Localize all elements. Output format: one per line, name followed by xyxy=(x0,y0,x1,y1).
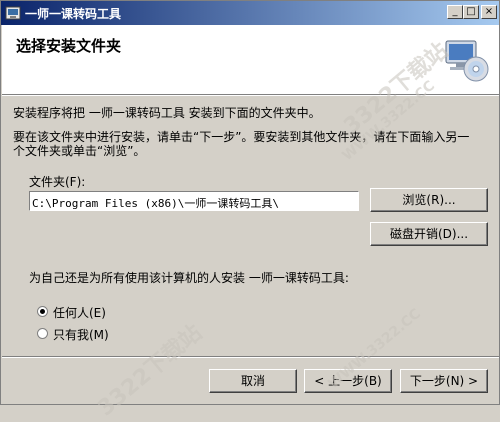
folder-path-input[interactable]: C:\Program Files (x86)\一师一课转码工具\ xyxy=(29,191,359,211)
browse-button[interactable]: 浏览(R)... xyxy=(370,188,488,212)
instruction-line-2: 个文件夹或单击“浏览”。 xyxy=(13,144,146,158)
just-me-radio[interactable] xyxy=(37,328,48,339)
install-scope-question: 为自己还是为所有使用该计算机的人安装 一师一课转码工具: xyxy=(29,271,349,285)
next-button[interactable]: 下一步(N) > xyxy=(400,369,488,393)
footer-divider xyxy=(2,356,499,358)
everyone-option-label[interactable]: 任何人(E) xyxy=(53,304,106,321)
close-button[interactable]: × xyxy=(481,5,497,19)
everyone-radio[interactable] xyxy=(37,306,48,317)
radio-selected-dot xyxy=(40,309,45,314)
title-bar[interactable]: 一师一课转码工具 _ □ × xyxy=(1,1,499,25)
cancel-button[interactable]: 取消 xyxy=(209,369,297,393)
intro-text: 安装程序将把 一师一课转码工具 安装到下面的文件夹中。 xyxy=(13,106,321,120)
installer-app-icon xyxy=(5,6,21,20)
minimize-button[interactable]: _ xyxy=(447,5,463,19)
maximize-button[interactable]: □ xyxy=(463,5,479,19)
folder-label: 文件夹(F): xyxy=(29,175,86,189)
just-me-option-label[interactable]: 只有我(M) xyxy=(53,326,109,343)
disk-cost-button[interactable]: 磁盘开销(D)... xyxy=(370,222,488,246)
window-title: 一师一课转码工具 xyxy=(25,7,122,21)
page-title: 选择安装文件夹 xyxy=(16,37,122,55)
installer-window: 一师一课转码工具 _ □ × 选择安装文件夹 安装程序将把 一师一课转码工具 安… xyxy=(0,0,500,421)
